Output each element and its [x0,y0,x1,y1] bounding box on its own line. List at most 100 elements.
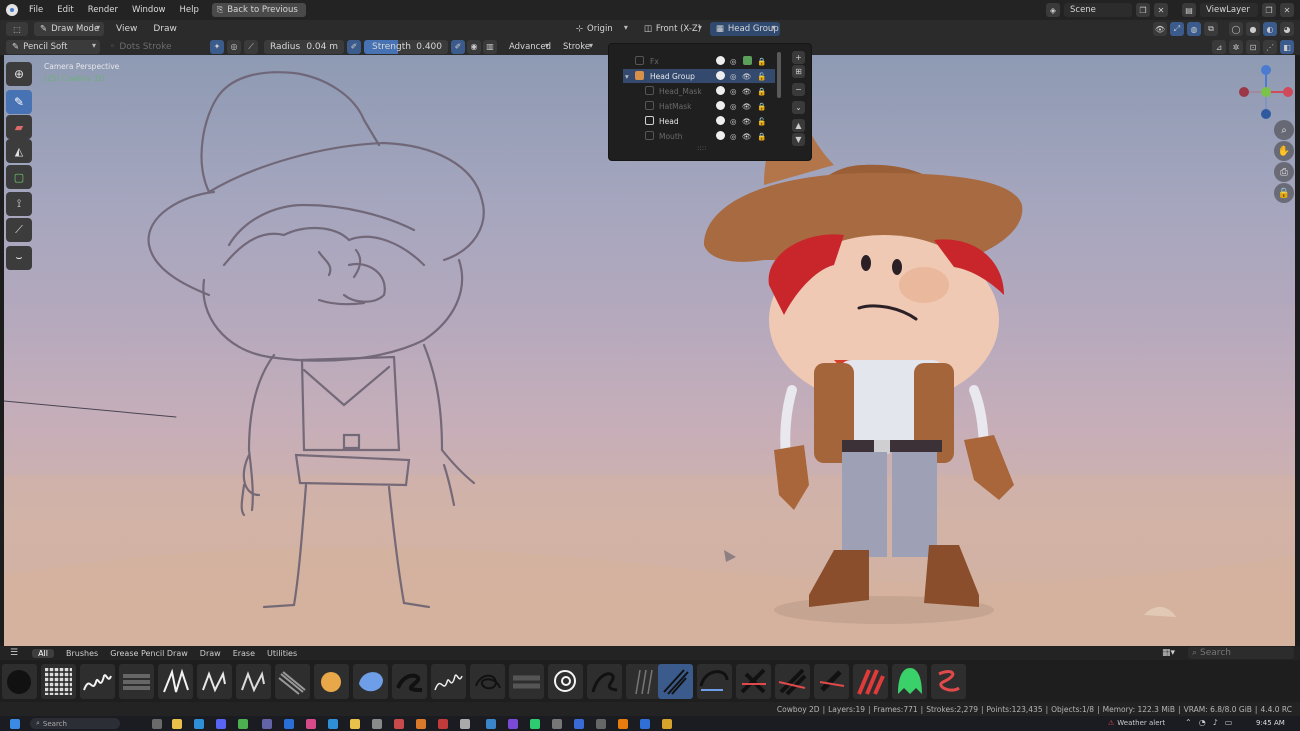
mask-icon[interactable] [716,131,725,140]
folder-icon[interactable] [350,719,360,729]
chrome-icon[interactable] [238,719,248,729]
move-layer-up-icon[interactable]: ▲ [792,119,805,132]
brush-thumb-hatching[interactable] [626,664,661,699]
asset-tab-erase[interactable]: Erase [227,649,261,658]
layer-row-head-mask[interactable]: Head_Mask ◎ 👁 🔒 [623,84,775,98]
blender-logo-icon[interactable] [6,4,18,16]
lock-icon[interactable]: 🔒 [757,132,766,141]
layer-row-head-group[interactable]: ▾ Head Group ◎ 👁 🔓 [623,69,775,83]
app-icon-f[interactable] [508,719,518,729]
brush-thumb-tint[interactable] [931,664,966,699]
brush-thumb-erase-point[interactable] [814,664,849,699]
layer-list-scrollbar[interactable] [777,52,781,98]
multiframe-icon[interactable]: ⋰ [1263,40,1277,54]
new-scene-icon[interactable]: ❐ [1136,3,1150,17]
zoom-icon[interactable]: ⌕ [1274,120,1294,140]
app-icon-g[interactable] [552,719,562,729]
discord-icon[interactable] [216,719,226,729]
windows-store-icon[interactable] [284,719,294,729]
dots-stroke-toggle[interactable]: ◦ Dots Stroke [110,42,210,52]
blender-taskbar-icon[interactable] [618,719,628,729]
tray-chevron-icon[interactable]: ⌃ [1185,718,1192,727]
onion-icon[interactable]: ◎ [730,87,737,96]
pin-icon[interactable]: ✦ [210,39,224,54]
brush-thumb-squiggle[interactable] [470,664,505,699]
xray-icon[interactable]: ⧉ [1204,22,1218,36]
editor-type-icon[interactable]: ⬚ [6,22,28,36]
unlock-icon[interactable]: 🔓 [757,72,766,81]
mask-icon[interactable] [716,101,725,110]
onion-icon[interactable]: ◎ [730,57,737,66]
strength-field[interactable]: Strength 0.400 [364,39,448,54]
app-icon-k[interactable] [662,719,672,729]
mask-icon[interactable] [716,86,725,95]
mask-icon[interactable] [716,116,725,125]
tool-eyedropper[interactable]: ⟋ [6,218,32,242]
stroke-settings-icon[interactable]: ▥ [483,39,497,54]
start-menu-icon[interactable] [10,719,20,729]
app-icon-e[interactable] [486,719,496,729]
tool-draw[interactable]: ✎ [6,90,32,114]
brush-thumb-erase-stroke[interactable] [853,664,888,699]
sidebar-toggle-icon[interactable]: ◧ [1280,40,1294,54]
taskbar-clock[interactable]: 9:45 AM [1256,719,1285,727]
menu-render[interactable]: Render [81,5,125,15]
tool-shapes[interactable]: ▢ [6,165,32,189]
taskbar-search[interactable]: ⌕ Search [30,718,120,729]
material-shading-icon[interactable]: ◐ [1263,22,1277,36]
onion-icon[interactable]: ◎ [730,72,737,81]
view-layer-icon[interactable]: ▤ [1182,3,1196,17]
lock-icon[interactable]: 🔒 [757,102,766,111]
brush-thumb-erase-hard[interactable] [736,664,771,699]
ruler-icon[interactable]: ⟋ [244,39,258,54]
asset-tab-grease-pencil-draw[interactable]: Grease Pencil Draw [104,649,194,658]
mask-icon[interactable] [716,71,725,80]
solid-shading-icon[interactable]: ● [1246,22,1260,36]
onion-icon[interactable]: ◎ [730,102,737,111]
radius-pressure-icon[interactable]: ✐ [347,39,361,54]
add-group-icon[interactable]: ⊞ [792,65,805,78]
eye-icon[interactable]: 👁 [742,87,752,96]
brush-thumb-marker-wide[interactable] [119,664,154,699]
lock-view-icon[interactable]: 🔒 [1274,183,1294,203]
onion-skin-icon[interactable]: ◉ [467,39,481,54]
add-layer-icon[interactable]: + [792,51,805,64]
menu-help[interactable]: Help [172,5,205,15]
tool-tint[interactable]: ⟟ [6,192,32,216]
app-icon-j[interactable] [640,719,650,729]
radius-field[interactable]: Radius 0.04 m [264,39,344,54]
eye-icon[interactable]: 👁 [742,102,752,111]
brush-thumb-spiral[interactable] [548,664,583,699]
advanced-dropdown[interactable]: Advanced [503,40,553,54]
app-icon-b[interactable] [416,719,426,729]
shelf-menu-icon[interactable]: ☰ [10,648,18,658]
brush-thumb-pencil[interactable] [197,664,232,699]
gizmo-icon[interactable]: ⤢ [1170,22,1184,36]
asset-tab-draw[interactable]: Draw [194,649,227,658]
delete-scene-icon[interactable]: ✕ [1154,3,1168,17]
visibility-icon[interactable]: 👁 [1153,22,1167,36]
menu-window[interactable]: Window [125,5,173,15]
asset-search-input[interactable]: ⌕ Search [1188,647,1294,659]
projection-dropdown[interactable]: ◫ Front (X-Z) [638,22,706,36]
photos-icon[interactable] [306,719,316,729]
layer-row-head[interactable]: Head ◎ 👁 🔓 [623,114,775,128]
tool-interpolate[interactable]: ⌣ [6,246,32,270]
layer-row-mouth[interactable]: Mouth ◎ 👁 🔒 [623,129,775,143]
layer-row-hatmask[interactable]: HatMask ◎ 👁 🔒 [623,99,775,113]
battery-icon[interactable]: ▭ [1225,718,1233,727]
app-icon-d[interactable] [460,719,470,729]
pan-hand-icon[interactable]: ✋ [1274,141,1294,161]
brush-thumb-dots[interactable] [41,664,76,699]
menu-view[interactable]: View [108,24,145,34]
pivot-dropdown[interactable]: ⊹ Origin [570,22,632,36]
eye-icon[interactable]: 👁 [742,117,752,126]
eye-icon[interactable]: 👁 [742,72,752,81]
onion-icon[interactable]: ◎ [730,117,737,126]
teams-icon[interactable] [262,719,272,729]
volume-icon[interactable]: ♪ [1213,718,1218,727]
remove-layer-icon[interactable]: − [792,83,805,96]
delete-view-layer-icon[interactable]: ✕ [1280,3,1294,17]
lock-icon[interactable]: 🔒 [757,57,766,66]
brush-thumb-chalk[interactable] [275,664,310,699]
